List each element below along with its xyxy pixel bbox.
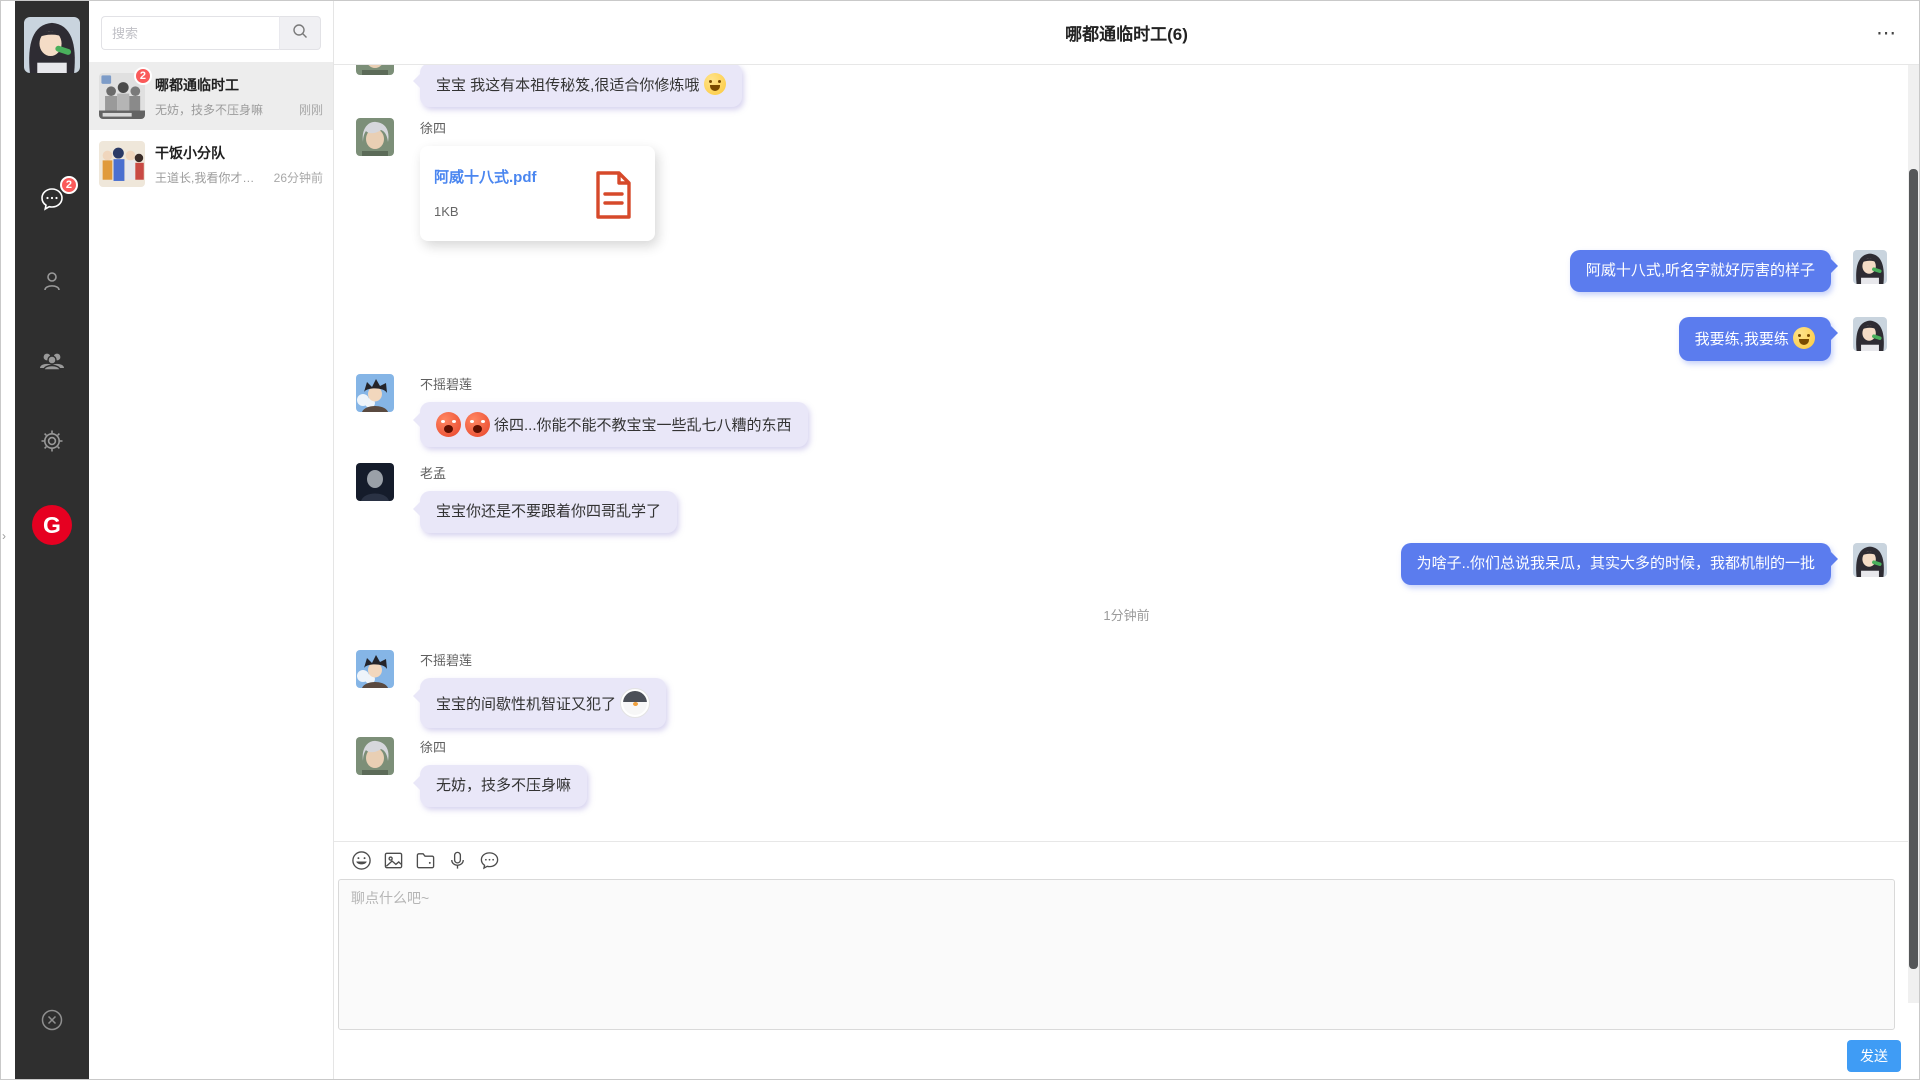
message: 不摇碧莲 宝宝的间歇性机智证又犯了 🐧 <box>356 650 666 728</box>
image-upload-button[interactable] <box>382 850 404 872</box>
angry-face-emoji: 🤬 <box>465 412 490 437</box>
unread-badge: 2 <box>134 67 152 85</box>
message-input[interactable] <box>338 879 1895 1030</box>
message-bubble: 宝宝的间歇性机智证又犯了 🐧 <box>420 678 666 728</box>
message: 我要练,我要练 🫠 <box>1679 317 1887 361</box>
message-bubble: 阿威十八式,听名字就好厉害的样子 <box>1570 250 1831 292</box>
search-bar <box>101 16 321 50</box>
message-bubble: 我要练,我要练 🫠 <box>1679 317 1831 361</box>
g-logo[interactable]: G <box>32 505 72 545</box>
sidebar-item-chats[interactable]: 2 <box>38 185 66 213</box>
last-message: 王道长,我看你才… <box>155 169 268 186</box>
sender-avatar[interactable] <box>356 463 394 501</box>
window-edge-strip: › <box>1 1 15 1079</box>
scrollbar-thumb[interactable] <box>1909 169 1918 969</box>
message-bubble: 宝宝 我这有本祖传秘笈,很适合你修炼哦 🤗 <box>420 65 742 107</box>
chat-time: 刚刚 <box>299 101 323 118</box>
search-icon <box>291 22 309 45</box>
sender-name: 不摇碧莲 <box>420 374 808 393</box>
sidebar-item-contacts[interactable] <box>38 267 66 295</box>
sender-avatar[interactable] <box>1853 317 1887 351</box>
current-user-avatar[interactable] <box>24 17 80 73</box>
message: 徐四 无妨，技多不压身嘛 <box>356 737 587 807</box>
group-icon <box>39 348 65 374</box>
composer: 发送 <box>334 841 1919 1079</box>
close-button[interactable] <box>38 1006 66 1034</box>
pdf-file-icon <box>593 170 633 225</box>
hugging-face-emoji: 🤗 <box>704 73 726 95</box>
emoji-picker-button[interactable] <box>350 850 372 872</box>
penguin-emoji: 🐧 <box>620 688 650 718</box>
sender-name: 不摇碧莲 <box>420 650 666 669</box>
conversation-panel: 哪都通临时工(6) ⋯ 宝宝 我这有本祖传秘笈,很适合你修炼哦 🤗 徐四 <box>334 1 1919 1079</box>
person-icon <box>40 269 64 293</box>
chat-name: 干饭小分队 <box>155 143 323 163</box>
chat-app-window: › 2 <box>0 0 1920 1080</box>
file-attachment-card[interactable]: 阿威十八式.pdf 1KB <box>420 146 655 241</box>
send-button[interactable]: 发送 <box>1847 1040 1901 1072</box>
voice-message-button[interactable] <box>446 850 468 872</box>
sender-avatar[interactable] <box>1853 250 1887 284</box>
chat-list-item[interactable]: 干饭小分队 王道长,我看你才… 26分钟前 <box>89 130 333 198</box>
message: 宝宝 我这有本祖传秘笈,很适合你修炼哦 🤗 <box>356 65 742 107</box>
chat-history-button[interactable] <box>478 850 500 872</box>
message: 不摇碧莲 🤬🤬徐四...你能不能不教宝宝一些乱七八糟的东西 <box>356 374 808 447</box>
conversation-header: 哪都通临时工(6) ⋯ <box>334 1 1919 65</box>
sender-avatar[interactable] <box>356 650 394 688</box>
composer-toolbar <box>334 842 1919 879</box>
message-bubble: 🤬🤬徐四...你能不能不教宝宝一些乱七八糟的东西 <box>420 402 808 447</box>
message: 阿威十八式,听名字就好厉害的样子 <box>1570 250 1887 292</box>
search-button[interactable] <box>279 16 321 50</box>
group-avatar <box>99 141 145 187</box>
message-bubble: 为啥子..你们总说我呆瓜，其实大多的时候，我都机制的一批 <box>1401 543 1831 585</box>
sidebar: 2 <box>15 1 89 1079</box>
sender-name: 徐四 <box>420 118 655 137</box>
sender-avatar[interactable] <box>356 65 394 75</box>
sidebar-item-groups[interactable] <box>38 347 66 375</box>
sender-avatar[interactable] <box>1853 543 1887 577</box>
sender-avatar[interactable] <box>356 737 394 775</box>
message: 徐四 阿威十八式.pdf 1KB <box>356 118 655 241</box>
chat-list-panel: 2 哪都通临时工 无妨，技多不压身嘛 刚刚 干饭小分队 王道长,我看你才… 26… <box>89 1 334 1079</box>
message-list: 宝宝 我这有本祖传秘笈,很适合你修炼哦 🤗 徐四 阿威十八式.pdf 1KB <box>334 65 1919 841</box>
unread-badge: 2 <box>60 176 78 194</box>
send-row: 发送 <box>334 1030 1919 1079</box>
message-bubble: 无妨，技多不压身嘛 <box>420 765 587 807</box>
last-message: 无妨，技多不压身嘛 <box>155 101 293 118</box>
sender-name: 老孟 <box>420 463 677 482</box>
expand-panel-chevron[interactable]: › <box>2 529 6 543</box>
conversation-title: 哪都通临时工(6) <box>1065 20 1188 45</box>
more-options-icon[interactable]: ⋯ <box>1876 20 1897 45</box>
message: 老孟 宝宝你还是不要跟着你四哥乱学了 <box>356 463 677 533</box>
sender-avatar[interactable] <box>356 374 394 412</box>
search-input[interactable] <box>101 16 279 50</box>
melting-face-emoji: 🫠 <box>1793 327 1815 349</box>
group-avatar: 2 <box>99 73 145 119</box>
chat-list-item[interactable]: 2 哪都通临时工 无妨，技多不压身嘛 刚刚 <box>89 62 333 130</box>
message: 为啥子..你们总说我呆瓜，其实大多的时候，我都机制的一批 <box>1401 543 1887 585</box>
file-upload-button[interactable] <box>414 850 436 872</box>
sender-name: 徐四 <box>420 737 587 756</box>
message-bubble: 宝宝你还是不要跟着你四哥乱学了 <box>420 491 677 533</box>
chat-name: 哪都通临时工 <box>155 75 323 95</box>
scrollbar <box>1908 65 1919 1003</box>
time-divider: 1分钟前 <box>334 605 1919 624</box>
gear-icon <box>40 429 64 453</box>
sender-avatar[interactable] <box>356 118 394 156</box>
chat-time: 26分钟前 <box>274 169 323 186</box>
sidebar-item-settings[interactable] <box>38 427 66 455</box>
angry-face-emoji: 🤬 <box>436 412 461 437</box>
close-circle-icon <box>38 1006 66 1034</box>
